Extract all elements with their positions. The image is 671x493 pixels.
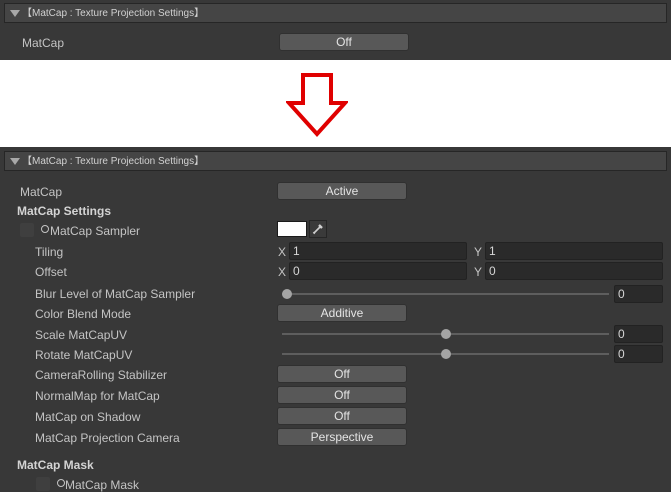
mask-foldout-toggle[interactable] [36,477,50,491]
tiling-label: Tiling [35,245,64,259]
offset-y-field[interactable]: 0 [485,262,663,280]
camerarolling-stabilizer-label: CameraRolling Stabilizer [35,368,168,382]
down-arrow-icon [286,73,348,137]
normalmap-for-matcap-button[interactable]: Off [277,386,407,404]
matcap-toggle-button[interactable]: Active [277,182,407,200]
tiling-x-axis-label: X [278,245,287,259]
offset-x-field[interactable]: 0 [289,262,467,280]
tiling-x-field[interactable]: 1 [289,242,467,260]
offset-label: Offset [35,265,67,279]
tiling-y-field[interactable]: 1 [485,242,663,260]
blur-level-label: Blur Level of MatCap Sampler [35,287,196,301]
matcap-sampler-color-swatch[interactable] [277,221,307,237]
top-inspector-panel: 【MatCap : Texture Projection Settings】 M… [0,0,671,60]
blur-value-field[interactable]: 0 [614,285,663,303]
rotate-value-field[interactable]: 0 [614,345,663,363]
matcap-toggle-button[interactable]: Off [279,33,409,51]
matcap-settings-heading: MatCap Settings [17,204,112,218]
rotate-slider-knob[interactable] [440,349,451,359]
color-blend-mode-button[interactable]: Additive [277,304,407,322]
tiling-y-axis-label: Y [474,245,483,259]
top-foldout-header[interactable]: 【MatCap : Texture Projection Settings】 [4,3,667,23]
rotate-matcapuv-label: Rotate MatCapUV [35,348,133,362]
matcap-label: MatCap [20,185,63,199]
bottom-foldout-header[interactable]: 【MatCap : Texture Projection Settings】 [4,151,667,171]
matcap-projection-camera-button[interactable]: Perspective [277,428,407,446]
normalmap-for-matcap-label: NormalMap for MatCap [35,389,160,403]
eyedropper-icon[interactable] [309,220,327,238]
camerarolling-stabilizer-button[interactable]: Off [277,365,407,383]
matcap-mask-label: MatCap Mask [65,478,140,492]
blur-slider-track[interactable] [282,293,609,295]
scale-slider-knob[interactable] [440,329,451,339]
matcap-on-shadow-button[interactable]: Off [277,407,407,425]
sampler-foldout-toggle[interactable] [20,223,34,237]
matcap-label: MatCap [22,36,65,50]
matcap-on-shadow-label: MatCap on Shadow [35,410,141,424]
matcap-mask-heading: MatCap Mask [17,458,94,472]
scale-value-field[interactable]: 0 [614,325,663,343]
foldout-title: 【MatCap : Texture Projection Settings】 [22,156,205,167]
blur-slider-knob[interactable] [282,289,292,299]
offset-x-axis-label: X [278,265,287,279]
offset-y-axis-label: Y [474,265,483,279]
texture-picker-circle-icon[interactable] [41,225,49,233]
color-blend-mode-label: Color Blend Mode [35,307,132,321]
foldout-triangle-icon[interactable] [10,10,20,17]
foldout-title: 【MatCap : Texture Projection Settings】 [22,8,205,19]
scale-matcapuv-label: Scale MatCapUV [35,328,128,342]
matcap-projection-camera-label: MatCap Projection Camera [35,431,180,445]
matcap-sampler-label: MatCap Sampler [50,224,141,238]
foldout-triangle-icon[interactable] [10,158,20,165]
texture-picker-circle-icon[interactable] [57,479,65,487]
bottom-inspector-panel: 【MatCap : Texture Projection Settings】 M… [0,147,671,492]
